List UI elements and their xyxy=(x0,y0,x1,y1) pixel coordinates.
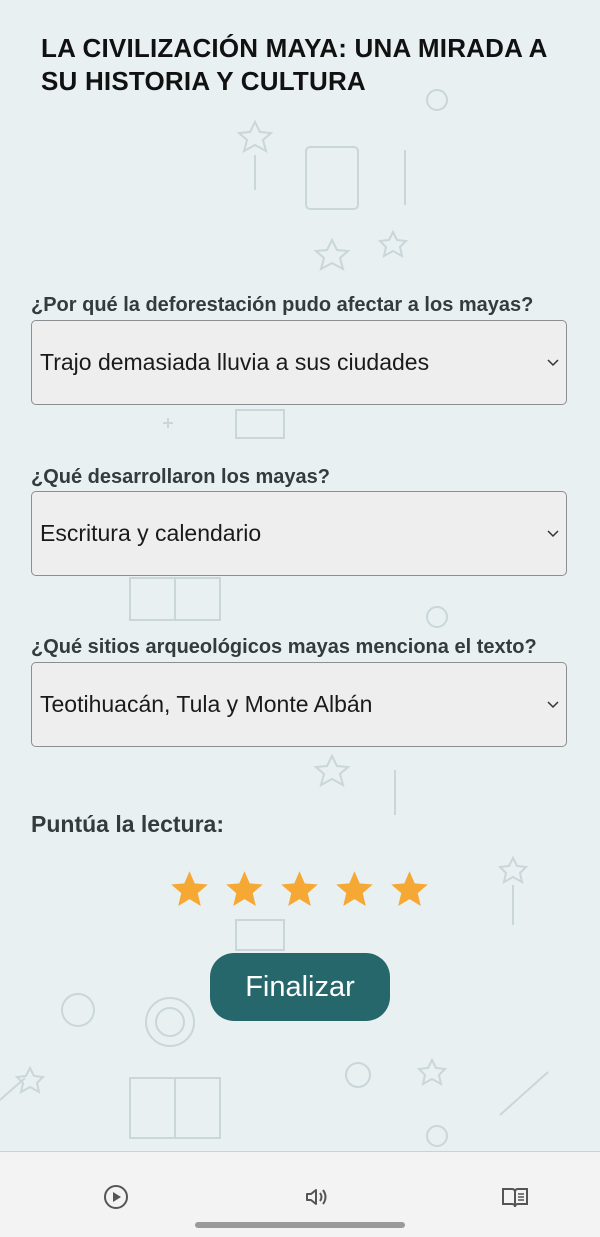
speaker-icon[interactable] xyxy=(301,1182,331,1212)
home-indicator[interactable] xyxy=(195,1222,405,1228)
book-icon[interactable] xyxy=(500,1182,530,1212)
selected-value: Escritura y calendario xyxy=(40,520,262,546)
star-icon[interactable] xyxy=(278,868,321,918)
star-icon[interactable] xyxy=(388,868,431,918)
finish-button[interactable]: Finalizar xyxy=(210,953,390,1021)
rating-label: Puntúa la lectura: xyxy=(31,811,224,837)
selected-value: Trajo demasiada lluvia a sus ciudades xyxy=(40,349,430,375)
star-icon[interactable] xyxy=(333,868,376,918)
answer-select[interactable]: Teotihuacán, Tula y Monte Albán xyxy=(31,662,567,747)
question-label: ¿Por qué la deforestación pudo afectar a… xyxy=(31,294,534,316)
chevron-down-icon xyxy=(547,530,559,538)
play-icon[interactable] xyxy=(101,1182,131,1212)
question-label: ¿Qué desarrollaron los mayas? xyxy=(31,466,330,488)
chevron-down-icon xyxy=(547,359,559,367)
question-label: ¿Qué sitios arqueológicos mayas menciona… xyxy=(31,636,537,658)
answer-select[interactable]: Trajo demasiada lluvia a sus ciudades xyxy=(31,320,567,405)
selected-value: Teotihuacán, Tula y Monte Albán xyxy=(40,691,373,717)
star-icon[interactable] xyxy=(168,868,211,918)
chevron-down-icon xyxy=(547,701,559,709)
star-rating[interactable] xyxy=(168,868,431,918)
star-icon[interactable] xyxy=(223,868,266,918)
page-title: LA CIVILIZACIÓN MAYA: UNA MIRADA A SU HI… xyxy=(41,33,547,96)
answer-select[interactable]: Escritura y calendario xyxy=(31,491,567,576)
